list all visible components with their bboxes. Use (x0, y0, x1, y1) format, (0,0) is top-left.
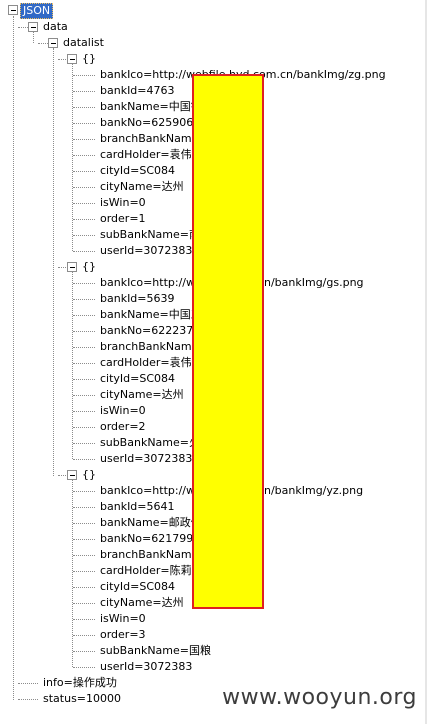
tree-leaf-field[interactable]: userId=3072383 (100, 659, 192, 675)
tree-connector (73, 219, 95, 220)
tree-connector (73, 91, 95, 92)
tree-leaf-field[interactable]: subBankName=国粮 (100, 643, 211, 659)
tree-connector (73, 635, 95, 636)
tree-leaf-field[interactable]: userId=3072383 (100, 243, 192, 259)
tree-connector (73, 571, 95, 572)
tree-connector (53, 48, 54, 476)
tree-leaf-field[interactable]: bankName=中国银 (100, 99, 202, 115)
tree-connector (73, 491, 95, 492)
tree-connector (73, 283, 95, 284)
collapse-toggle-data[interactable] (28, 22, 38, 32)
tree-leaf-field[interactable]: bankId=5639 (100, 291, 175, 307)
tree-connector (58, 267, 66, 268)
tree-node-item[interactable]: {} (82, 259, 96, 275)
tree-connector (73, 203, 95, 204)
tree-connector (73, 251, 95, 252)
tree-connector (73, 587, 95, 588)
tree-connector (73, 315, 95, 316)
tree-leaf-field[interactable]: bankName=邮政储 (100, 515, 202, 531)
tree-leaf-field[interactable]: cityName=达州 (100, 179, 184, 195)
tree-connector (33, 32, 34, 43)
tree-connector (73, 187, 95, 188)
tree-leaf-field[interactable]: order=3 (100, 627, 146, 643)
tree-connector (73, 139, 95, 140)
tree-connector (73, 411, 95, 412)
tree-connector (73, 299, 95, 300)
tree-node-item[interactable]: {} (82, 467, 96, 483)
tree-node-status[interactable]: status=10000 (43, 691, 121, 707)
tree-leaf-field[interactable]: cityId=SC084 (100, 579, 175, 595)
tree-leaf-field-suffix: n/bankImg/yz.png (264, 484, 364, 497)
tree-leaf-field[interactable]: cardHolder=袁伟 (100, 147, 192, 163)
tree-connector (73, 123, 95, 124)
tree-connector (73, 427, 95, 428)
collapse-toggle-datalist[interactable] (48, 38, 58, 48)
tree-leaf-field[interactable]: bankId=4763 (100, 83, 175, 99)
tree-leaf-field[interactable]: bankName=中国工 (100, 307, 202, 323)
tree-connector (18, 683, 38, 684)
tree-leaf-field[interactable]: cityId=SC084 (100, 163, 175, 179)
watermark: www.wooyun.org (222, 685, 417, 710)
tree-node-datalist[interactable]: datalist (63, 35, 104, 51)
tree-node-info[interactable]: info=操作成功 (43, 675, 117, 691)
tree-connector (73, 107, 95, 108)
tree-leaf-field[interactable]: isWin=0 (100, 611, 146, 627)
tree-connector (73, 155, 95, 156)
tree-connector (73, 523, 95, 524)
tree-connector (73, 539, 95, 540)
tree-connector (73, 395, 95, 396)
tree-leaf-field[interactable]: cardHolder=袁伟 (100, 355, 192, 371)
tree-leaf-field-suffix: n/bankImg/gs.png (264, 276, 364, 289)
tree-leaf-field[interactable]: userId=3072383 (100, 451, 192, 467)
tree-leaf-field[interactable]: cardHolder=陈莉 (100, 563, 192, 579)
tree-leaf-field[interactable]: cityName=达州 (100, 387, 184, 403)
tree-node-item[interactable]: {} (82, 51, 96, 67)
tree-connector (73, 667, 95, 668)
tree-connector (73, 347, 95, 348)
tree-leaf-field[interactable]: bankId=5641 (100, 499, 175, 515)
json-tree-view: JSON data datalist {}bankIco=http://webf… (0, 0, 427, 724)
tree-leaf-field[interactable]: order=1 (100, 211, 146, 227)
tree-leaf-field[interactable]: isWin=0 (100, 195, 146, 211)
tree-connector (13, 16, 14, 700)
collapse-toggle-root[interactable] (8, 5, 18, 15)
redaction-box (192, 74, 264, 609)
tree-connector (73, 443, 95, 444)
tree-leaf-field[interactable]: cityName=达州 (100, 595, 184, 611)
tree-node-data[interactable]: data (43, 19, 68, 35)
tree-connector (18, 699, 38, 700)
tree-connector (58, 59, 66, 60)
tree-connector (73, 363, 95, 364)
tree-connector (73, 171, 95, 172)
tree-connector (73, 651, 95, 652)
tree-connector (18, 27, 28, 28)
tree-connector (38, 43, 48, 44)
tree-connector (73, 459, 95, 460)
tree-connector (73, 75, 95, 76)
tree-connector (73, 379, 95, 380)
tree-leaf-field[interactable]: isWin=0 (100, 403, 146, 419)
tree-connector (73, 507, 95, 508)
tree-node-root[interactable]: JSON (20, 3, 54, 19)
tree-leaf-field[interactable]: cityId=SC084 (100, 371, 175, 387)
tree-connector (73, 603, 95, 604)
tree-connector (73, 331, 95, 332)
tree-connector (58, 475, 66, 476)
tree-connector (73, 235, 95, 236)
tree-connector (73, 555, 95, 556)
tree-leaf-field[interactable]: order=2 (100, 419, 146, 435)
tree-connector (73, 619, 95, 620)
